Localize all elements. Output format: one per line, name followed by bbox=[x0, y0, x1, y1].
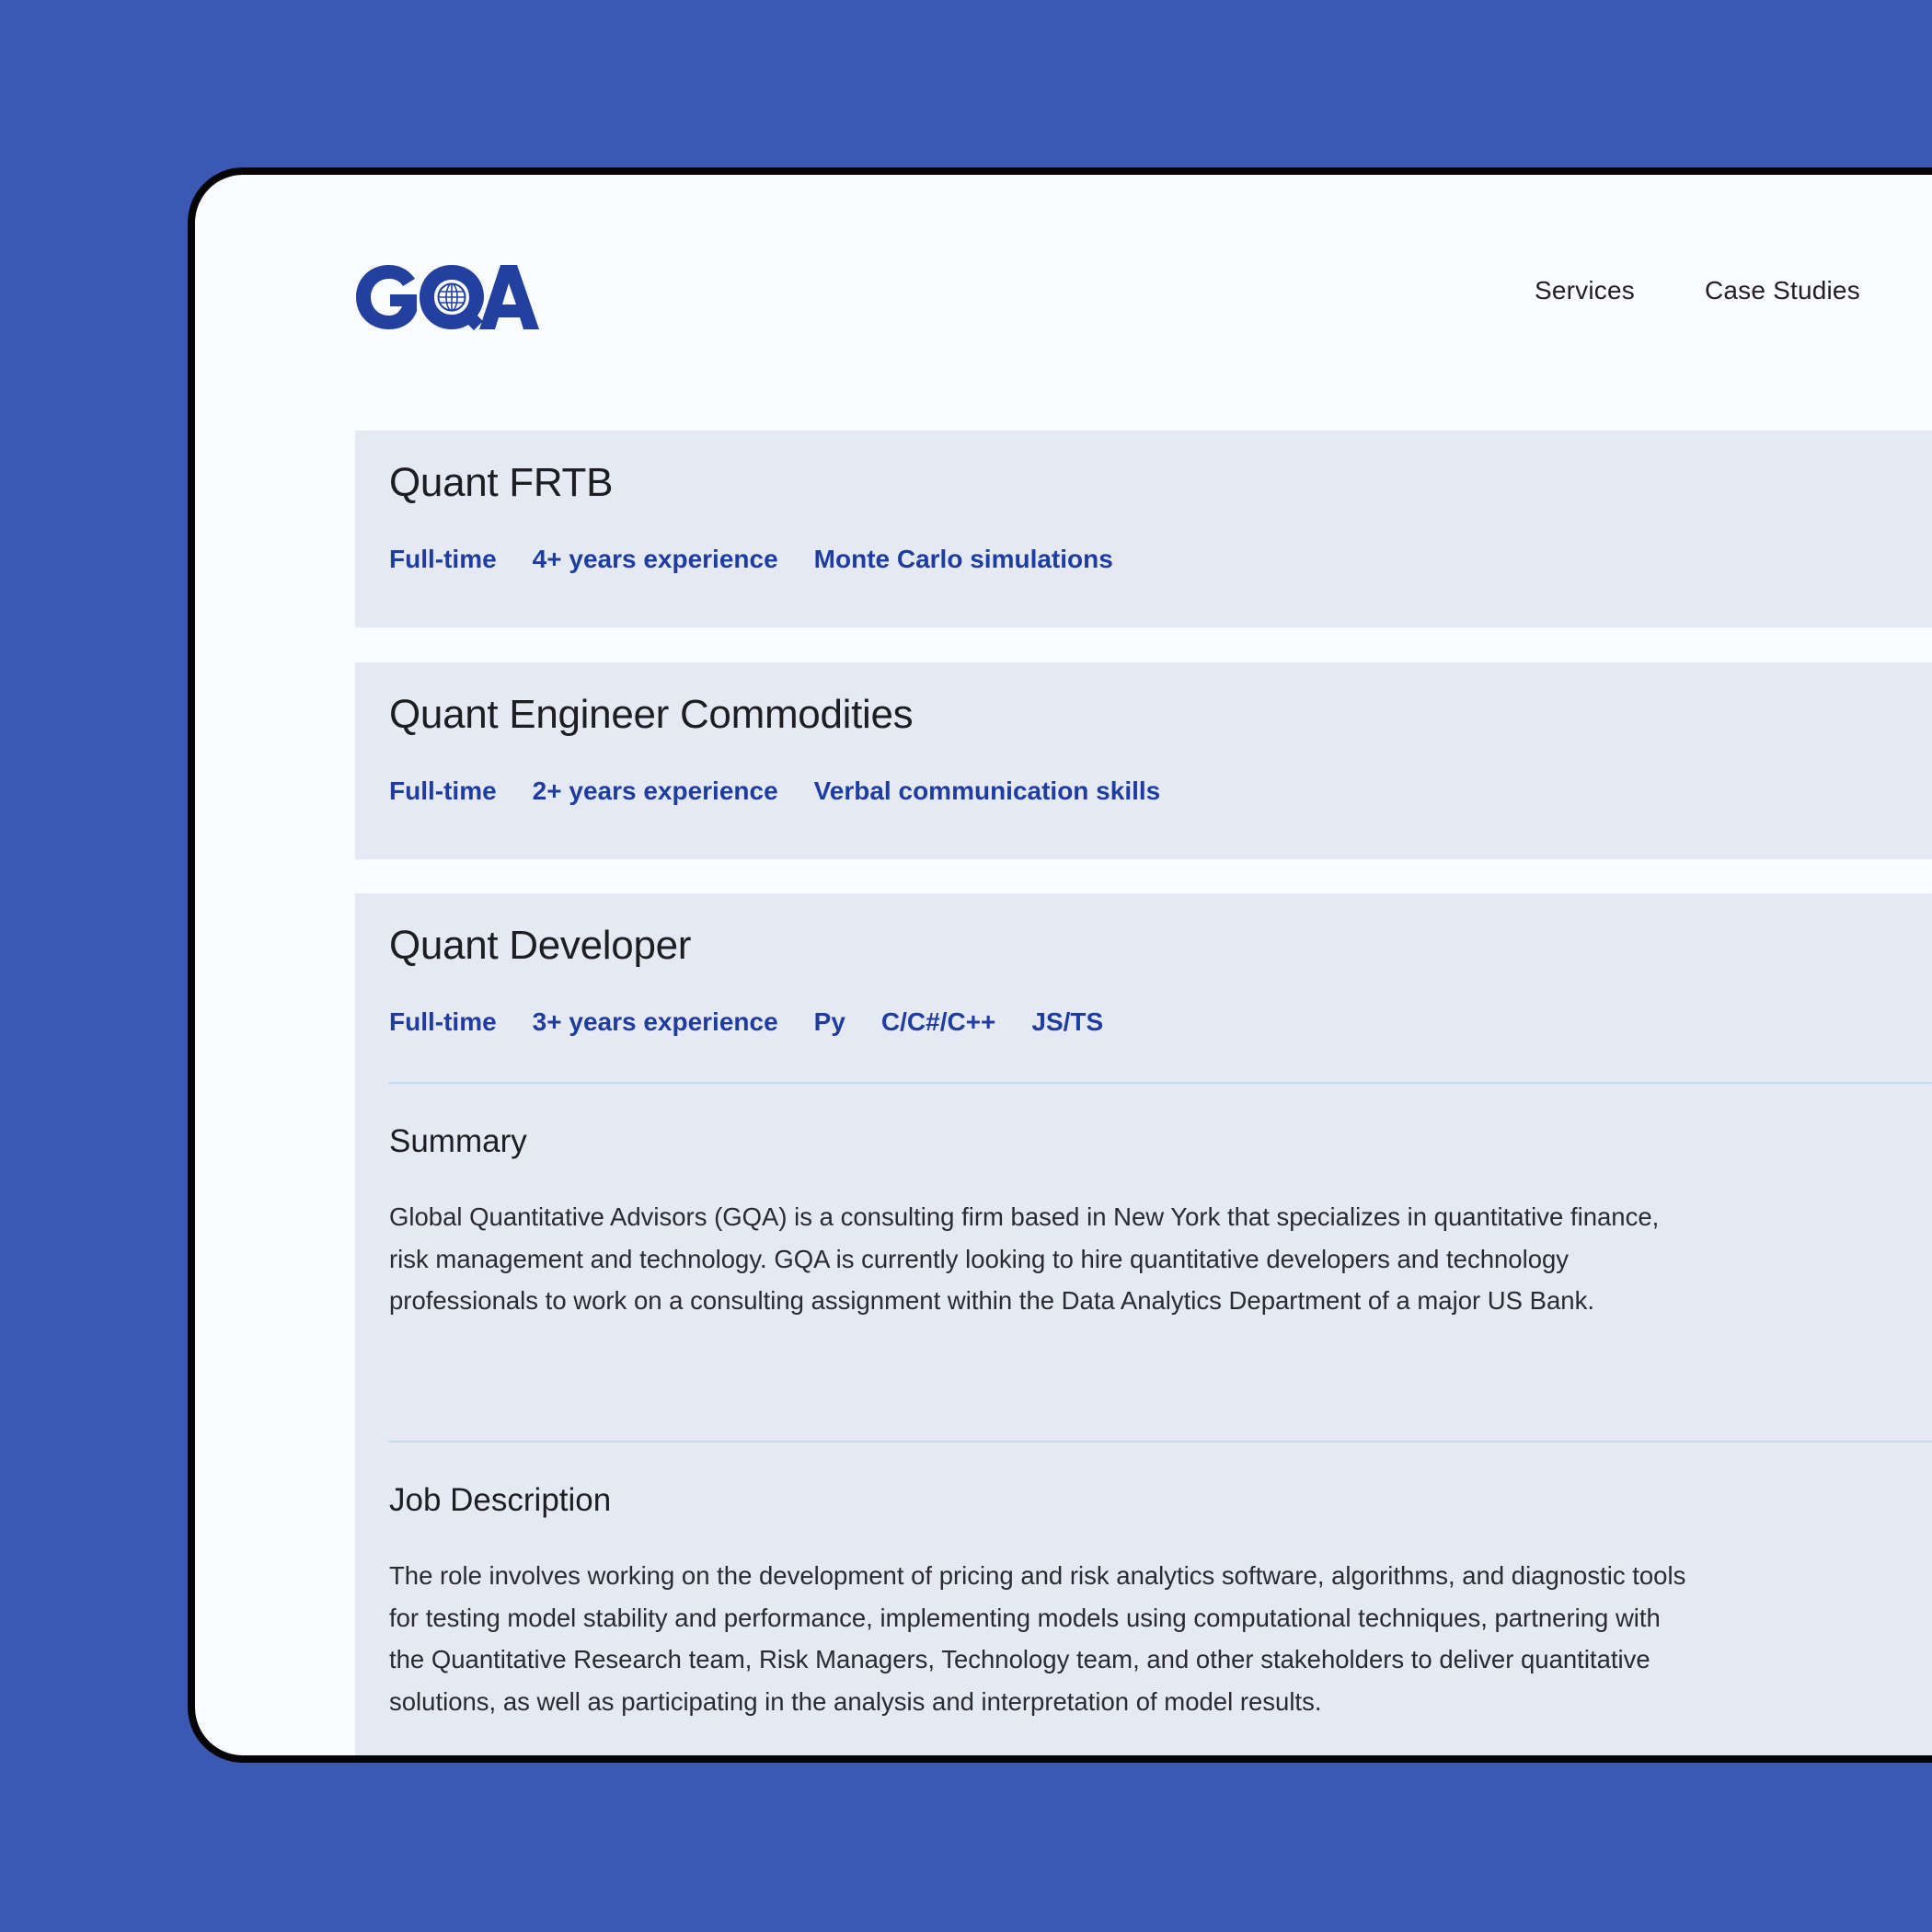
job-card-quant-frtb[interactable]: Quant FRTB Full-time 4+ years experience… bbox=[355, 431, 1932, 627]
job-card-quant-developer[interactable]: Quant Developer Full-time 3+ years exper… bbox=[355, 893, 1932, 1755]
logo-mark bbox=[356, 265, 539, 330]
job-tags: Full-time 2+ years experience Verbal com… bbox=[389, 776, 1160, 806]
gqa-logo[interactable] bbox=[355, 263, 539, 331]
nav-case-studies[interactable]: Case Studies bbox=[1705, 276, 1860, 305]
globe-icon bbox=[437, 282, 466, 312]
section-divider bbox=[389, 1441, 1932, 1443]
tag-experience: 3+ years experience bbox=[532, 1007, 778, 1036]
tag-experience: 2+ years experience bbox=[532, 776, 778, 805]
tag-employment-type: Full-time bbox=[389, 1007, 497, 1036]
tag-skill-js-ts: JS/TS bbox=[1031, 1007, 1104, 1036]
tag-skill: Verbal communication skills bbox=[813, 776, 1161, 805]
job-card-quant-engineer-commodities[interactable]: Quant Engineer Commodities Full-time 2+ … bbox=[355, 662, 1932, 859]
browser-frame: Services Case Studies Quant FRTB Full-ti… bbox=[188, 167, 1932, 1763]
section-divider bbox=[389, 1082, 1932, 1084]
tag-experience: 4+ years experience bbox=[532, 545, 778, 573]
job-description-heading: Job Description bbox=[389, 1482, 612, 1518]
tag-skill-python: Py bbox=[813, 1007, 845, 1036]
job-tags: Full-time 4+ years experience Monte Carl… bbox=[389, 545, 1113, 574]
nav-services[interactable]: Services bbox=[1535, 276, 1635, 305]
tag-skill: Monte Carlo simulations bbox=[813, 545, 1113, 573]
tag-skill-c-family: C/C#/C++ bbox=[880, 1007, 996, 1036]
job-description-text: The role involves working on the develop… bbox=[389, 1561, 1686, 1716]
summary-text: Global Quantitative Advisors (GQA) is a … bbox=[389, 1202, 1660, 1315]
job-title[interactable]: Quant FRTB bbox=[389, 460, 613, 506]
summary-heading: Summary bbox=[389, 1123, 527, 1159]
main-nav: Services Case Studies bbox=[1535, 276, 1860, 305]
job-title[interactable]: Quant Engineer Commodities bbox=[389, 692, 914, 738]
tag-employment-type: Full-time bbox=[389, 776, 497, 805]
tag-employment-type: Full-time bbox=[389, 545, 497, 573]
job-title[interactable]: Quant Developer bbox=[389, 923, 691, 969]
job-tags: Full-time 3+ years experience Py C/C#/C+… bbox=[389, 1007, 1103, 1037]
